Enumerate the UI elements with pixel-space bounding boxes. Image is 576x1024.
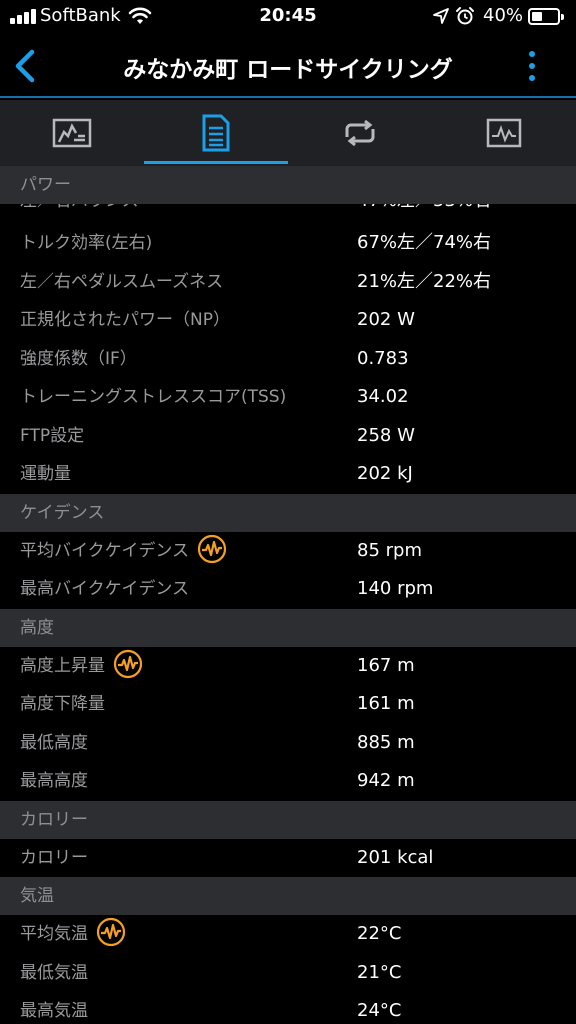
tab-laps[interactable] [288, 100, 432, 166]
list-item: 運動量 202 kJ [0, 455, 576, 494]
row-value: 258 W [357, 424, 415, 446]
row-label: 高度下降量 [20, 694, 105, 714]
section-header-temperature: 気温 [0, 877, 576, 915]
row-value: 21%左／22%右 [357, 270, 492, 292]
row-label: 平均気温 [20, 924, 88, 944]
graph-icon[interactable] [113, 649, 143, 679]
row-value: 22°C [357, 923, 402, 944]
row-label: 最低気温 [20, 962, 88, 983]
laps-loop-icon [345, 119, 375, 147]
row-label: カロリー [20, 847, 88, 868]
row-label: FTP設定 [20, 425, 85, 446]
battery-percent: 40% [483, 5, 524, 26]
graph-icon[interactable] [96, 917, 126, 947]
list-item: 最低気温 21°C [0, 953, 576, 992]
row-label-with-graph: 高度上昇量 [20, 647, 143, 685]
activity-title: みなかみ町 ロードサイクリング [123, 57, 453, 83]
row-label: 左／右バランス [20, 204, 139, 220]
list-item: 高度下降量 161 m [0, 685, 576, 724]
row-value: 885 m [357, 731, 415, 753]
list-item[interactable]: 平均気温 22°C [0, 915, 576, 954]
tab-overview[interactable] [0, 100, 144, 166]
row-value: 161 m [357, 693, 415, 714]
navigation-bar: みなかみ町 ロードサイクリング [0, 34, 576, 98]
row-label: 最高気温 [20, 1001, 88, 1021]
row-value: 0.783 [357, 347, 409, 369]
back-chevron-icon[interactable] [8, 46, 44, 86]
more-options-icon[interactable] [520, 48, 544, 84]
row-label: 最高高度 [20, 771, 88, 791]
row-label: 正規化されたパワー（NP） [20, 310, 230, 330]
row-value: 85 rpm [357, 539, 422, 561]
list-item: 最高高度 942 m [0, 762, 576, 801]
tab-details[interactable] [144, 100, 288, 166]
row-label: 左／右ペダルスムーズネス [20, 271, 224, 292]
list-item: 左／右ペダルスムーズネス 21%左／22%右 [0, 262, 576, 301]
list-item: 最高気温 24°C [0, 992, 576, 1024]
row-value: 67%左／74%右 [357, 232, 492, 253]
section-header-elevation: 高度 [0, 608, 576, 647]
list-item: 最低高度 885 m [0, 723, 576, 762]
tab-charts[interactable] [432, 100, 576, 166]
power-balance-row: 左／右バランス 47%左／53%右 [0, 204, 576, 224]
section-header-power: パワー [0, 166, 576, 204]
details-list-icon [202, 114, 230, 152]
dashboard-chart-icon [52, 118, 92, 148]
row-value: 942 m [357, 770, 415, 791]
tab-bar [0, 100, 576, 166]
row-label: 最高バイクケイデンス [20, 579, 189, 599]
section-header-cadence: ケイデンス [0, 493, 576, 532]
list-item: 正規化されたパワー（NP） 202 W [0, 301, 576, 340]
row-value: 202 kJ [357, 463, 413, 484]
row-value: 140 rpm [357, 578, 434, 599]
row-value: 167 m [357, 654, 415, 676]
status-bar: SoftBank 20:45 40% [0, 0, 576, 34]
row-label: 強度係数（IF） [20, 348, 137, 369]
row-label: 運動量 [20, 464, 71, 484]
graph-monitor-icon [486, 118, 522, 148]
list-item[interactable]: 平均バイクケイデンス 85 rpm [0, 531, 576, 570]
row-label: 高度上昇量 [20, 655, 105, 676]
details-list[interactable]: パワー 左／右バランス 47%左／53%右 トルク効率(左右) 67%左／74%右… [0, 166, 576, 1024]
row-value: 21°C [357, 961, 402, 983]
list-item[interactable]: 高度上昇量 167 m [0, 646, 576, 685]
active-tab-indicator [144, 161, 288, 164]
row-value: 24°C [357, 1000, 402, 1021]
list-item: トレーニングストレススコア(TSS) 34.02 [0, 378, 576, 417]
row-value: 201 kcal [357, 846, 434, 868]
row-value: 47%左／53%右 [357, 204, 491, 220]
list-item: カロリー 201 kcal [0, 838, 576, 877]
row-value: 202 W [357, 309, 415, 330]
list-item: トルク効率(左右) 67%左／74%右 [0, 224, 576, 263]
graph-icon[interactable] [197, 534, 227, 564]
row-label-with-graph: 平均バイクケイデンス [20, 532, 227, 570]
alarm-clock-icon [456, 7, 474, 25]
list-item: FTP設定 258 W [0, 416, 576, 455]
section-header-calories: カロリー [0, 800, 576, 839]
location-arrow-icon [433, 8, 449, 24]
row-value: 34.02 [357, 386, 409, 407]
row-label: トレーニングストレススコア(TSS) [20, 387, 287, 407]
battery-icon [528, 8, 564, 25]
row-label: 平均バイクケイデンス [20, 540, 189, 561]
row-label: トルク効率(左右) [20, 233, 153, 253]
list-item: 最高バイクケイデンス 140 rpm [0, 570, 576, 609]
row-label: 最低高度 [20, 732, 88, 753]
list-item: 強度係数（IF） 0.783 [0, 339, 576, 378]
row-label-with-graph: 平均気温 [20, 915, 126, 953]
